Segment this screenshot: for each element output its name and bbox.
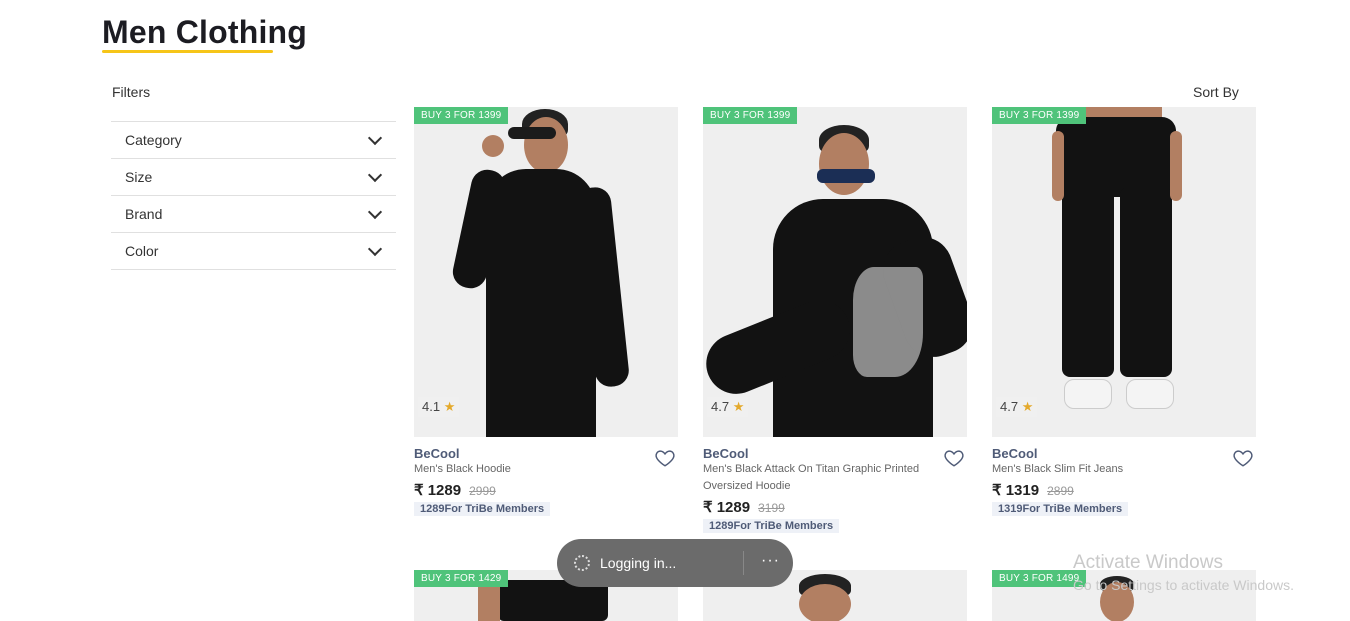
filter-label: Category <box>125 132 182 148</box>
product-image[interactable]: BUY 3 FOR 1399 4.7 ★ <box>703 107 967 437</box>
rating-badge: 4.7 ★ <box>996 397 1038 417</box>
product-price: ₹ 1289 <box>703 499 751 516</box>
product-image[interactable]: BUY 3 FOR 1399 4.7 ★ <box>992 107 1256 437</box>
toast-text: Logging in... <box>600 555 677 571</box>
login-toast: Logging in... ··· <box>557 539 793 587</box>
product-mrp: 2899 <box>1047 484 1074 498</box>
spinner-icon <box>574 555 590 571</box>
star-icon: ★ <box>1021 399 1034 414</box>
tribe-price-badge: 1289For TriBe Members <box>703 519 840 533</box>
product-mrp: 2999 <box>469 484 496 498</box>
product-brand[interactable]: BeCool <box>992 446 1256 461</box>
filter-label: Size <box>125 169 153 185</box>
product-card[interactable]: BUY 3 FOR 1399 4.1 ★ BeCool Men's Black … <box>414 107 678 517</box>
heart-icon[interactable] <box>943 447 965 469</box>
filters-label: Filters <box>112 84 151 100</box>
watermark-title: Activate Windows <box>1073 552 1223 573</box>
offer-badge: BUY 3 FOR 1399 <box>992 107 1087 124</box>
filter-category[interactable]: Category <box>111 122 396 159</box>
product-price: ₹ 1289 <box>414 482 462 499</box>
filter-label: Brand <box>125 206 163 222</box>
star-icon: ★ <box>443 399 456 414</box>
product-name[interactable]: Men's Black Slim Fit Jeans <box>992 461 1212 478</box>
filter-label: Color <box>125 243 159 259</box>
rating-badge: 4.7 ★ <box>707 397 749 417</box>
chevron-down-icon <box>367 241 383 256</box>
offer-badge: BUY 3 FOR 1399 <box>414 107 509 124</box>
product-name[interactable]: Men's Black Attack On Titan Graphic Prin… <box>703 461 923 495</box>
rating-badge: 4.1 ★ <box>418 397 460 417</box>
filter-color[interactable]: Color <box>111 233 396 270</box>
activate-windows-watermark: Activate Windows Go to Settings to activ… <box>1073 552 1294 593</box>
rating-value: 4.1 <box>422 399 441 414</box>
product-brand[interactable]: BeCool <box>414 446 678 461</box>
toast-divider <box>743 551 744 575</box>
filter-list: Category Size Brand Color <box>111 121 396 270</box>
chevron-down-icon <box>367 204 383 219</box>
filter-size[interactable]: Size <box>111 159 396 196</box>
filter-brand[interactable]: Brand <box>111 196 396 233</box>
tribe-price-badge: 1319For TriBe Members <box>992 502 1129 516</box>
heart-icon[interactable] <box>654 447 676 469</box>
product-price: ₹ 1319 <box>992 482 1040 499</box>
title-underline <box>102 50 273 53</box>
product-brand[interactable]: BeCool <box>703 446 967 461</box>
more-options-button[interactable]: ··· <box>761 552 780 570</box>
chevron-down-icon <box>367 167 383 182</box>
sort-by-button[interactable]: Sort By <box>1193 84 1239 100</box>
product-card[interactable]: BUY 3 FOR 1399 4.7 ★ BeCool Men's Black … <box>703 107 967 534</box>
tribe-price-badge: 1289For TriBe Members <box>414 502 551 516</box>
rating-value: 4.7 <box>1000 399 1019 414</box>
chevron-down-icon <box>367 130 383 145</box>
product-image[interactable]: BUY 3 FOR 1399 4.1 ★ <box>414 107 678 437</box>
offer-badge: BUY 3 FOR 1429 <box>414 570 509 587</box>
watermark-subtitle: Go to Settings to activate Windows. <box>1073 577 1294 593</box>
star-icon: ★ <box>732 399 745 414</box>
product-mrp: 3199 <box>758 501 785 515</box>
offer-badge: BUY 3 FOR 1399 <box>703 107 798 124</box>
product-name[interactable]: Men's Black Hoodie <box>414 461 634 478</box>
page-title: Men Clothing <box>102 14 308 50</box>
rating-value: 4.7 <box>711 399 730 414</box>
product-card[interactable]: BUY 3 FOR 1399 4.7 ★ BeCool Men's Black … <box>992 107 1256 517</box>
heart-icon[interactable] <box>1232 447 1254 469</box>
